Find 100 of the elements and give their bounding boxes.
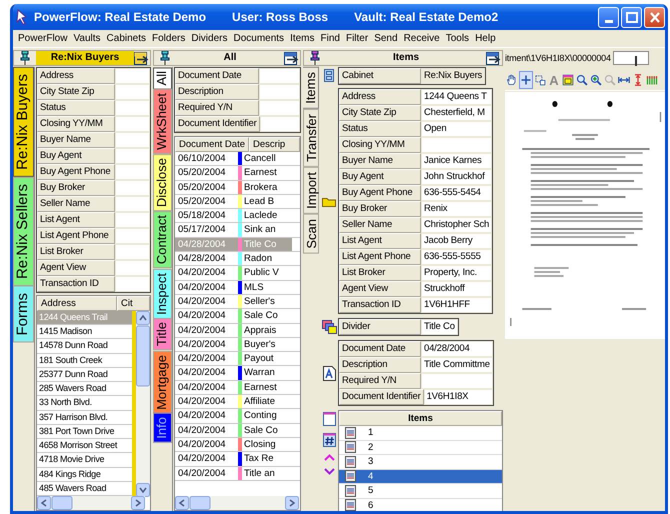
- value-field[interactable]: [115, 196, 150, 212]
- vertical-tab[interactable]: Re:Nix Sellers: [13, 176, 34, 286]
- value-field[interactable]: [259, 84, 300, 100]
- field-value: 1V6H1HFF: [421, 297, 492, 313]
- list-item[interactable]: 6: [339, 498, 502, 511]
- field-label: Buy Agent: [339, 169, 421, 185]
- value-field[interactable]: [115, 164, 150, 180]
- menu-item[interactable]: Help: [472, 33, 499, 44]
- column-header[interactable]: Cit: [117, 296, 150, 311]
- vertical-tab[interactable]: Inspect: [153, 268, 172, 318]
- field-value: 1244 Queens T: [421, 89, 492, 105]
- menu-item[interactable]: Find: [318, 33, 343, 44]
- vertical-tab[interactable]: Re:Nix Buyers: [13, 67, 34, 177]
- field-label: Closing YY/MM: [37, 116, 115, 132]
- menu-item[interactable]: PowerFlow: [15, 33, 70, 44]
- page-icon: [345, 499, 356, 511]
- value-field[interactable]: [260, 116, 300, 132]
- column-header[interactable]: Address: [37, 296, 117, 311]
- maximize-button[interactable]: [621, 6, 642, 28]
- vertical-tab[interactable]: Transfer: [303, 108, 319, 167]
- value-field[interactable]: [259, 100, 300, 116]
- menu-item[interactable]: Vaults: [70, 33, 104, 44]
- up-caret-icon[interactable]: [324, 454, 334, 461]
- field-label: City State Zip: [339, 105, 421, 121]
- menu-item[interactable]: Items: [287, 33, 318, 44]
- field-label: Required Y/N: [339, 373, 421, 389]
- value-field[interactable]: [115, 68, 150, 84]
- field-label: Buy Agent Phone: [339, 185, 421, 201]
- minimize-button[interactable]: [598, 6, 619, 28]
- folder-icon: [322, 196, 336, 206]
- value-field[interactable]: [115, 100, 150, 116]
- table-cell-text: 06/10/2004: [177, 152, 227, 166]
- list-item[interactable]: 1: [339, 426, 502, 440]
- slider-thumb[interactable]: [634, 56, 637, 66]
- value-field[interactable]: [115, 244, 150, 260]
- table-cell-text: Apprais: [243, 324, 278, 337]
- value-field[interactable]: [259, 68, 300, 84]
- column-header[interactable]: Descrip: [249, 137, 300, 152]
- vertical-tab[interactable]: Mortgage: [153, 350, 172, 414]
- value-field[interactable]: [115, 228, 150, 244]
- menu-item[interactable]: Receive: [400, 33, 443, 44]
- field-label: List Broker: [339, 265, 421, 281]
- vertical-tab[interactable]: All: [153, 67, 172, 90]
- menu-item[interactable]: Folders: [149, 33, 188, 44]
- field-label: Document Date: [339, 341, 421, 357]
- menu-item[interactable]: Cabinets: [104, 33, 149, 44]
- table-cell-text: Tax Re: [243, 452, 275, 466]
- value-field[interactable]: [115, 260, 150, 276]
- value-field[interactable]: [115, 276, 150, 292]
- field-label: Document Identifier: [175, 116, 260, 132]
- table-cell-text: Radon: [243, 252, 273, 266]
- crosshair-button[interactable]: [519, 71, 533, 89]
- column-header: Items: [339, 411, 502, 426]
- vertical-tab[interactable]: Title: [153, 318, 172, 351]
- pushpin-icon: [160, 51, 170, 65]
- vertical-tab[interactable]: Scan: [303, 214, 319, 254]
- value-field[interactable]: [115, 132, 150, 148]
- menu-item[interactable]: Send: [371, 33, 401, 44]
- table-cell-text: Seller's: [243, 294, 276, 308]
- table-cell-text: 04/20/2004: [177, 324, 227, 337]
- table-cell-text: Lead B: [243, 194, 276, 208]
- menu-item[interactable]: Filter: [342, 33, 372, 44]
- vertical-tab[interactable]: WrkSheet: [153, 89, 172, 154]
- list-item[interactable]: 4: [339, 470, 502, 484]
- value-field[interactable]: [115, 84, 150, 100]
- field-label: Agent View: [339, 281, 421, 297]
- zoom-slider[interactable]: [612, 51, 649, 65]
- value-field[interactable]: [115, 148, 150, 164]
- column-header[interactable]: Document Date: [175, 137, 250, 152]
- field-value: Renix: [421, 201, 492, 217]
- menu-item[interactable]: Tools: [442, 33, 472, 44]
- down-caret-icon[interactable]: [324, 468, 334, 475]
- menu-item[interactable]: Dividers: [188, 33, 230, 44]
- vertical-tab[interactable]: Items: [303, 67, 319, 109]
- cabinet-icon: [324, 69, 334, 82]
- menu-item[interactable]: Documents: [230, 33, 288, 44]
- value-field[interactable]: [115, 180, 150, 196]
- user-label: User: Ross Boss: [232, 10, 328, 24]
- vertical-tab[interactable]: Import: [303, 166, 319, 214]
- vertical-tab[interactable]: Info: [153, 413, 172, 444]
- field-label: City State Zip: [37, 84, 115, 100]
- field-value: Chesterfield, M: [421, 105, 492, 121]
- close-button[interactable]: [644, 6, 665, 28]
- panel-title: All: [222, 51, 238, 65]
- field-label: List Agent: [339, 233, 421, 249]
- list-item[interactable]: 2: [339, 440, 502, 455]
- vertical-tab[interactable]: Contract: [153, 211, 172, 269]
- vertical-tab[interactable]: Disclose: [153, 154, 172, 212]
- list-item[interactable]: 5: [339, 484, 502, 498]
- table-cell-text: MLS: [243, 280, 265, 294]
- value-field[interactable]: [115, 116, 150, 132]
- zoom-in-icon: [590, 74, 602, 86]
- window-icon: [562, 74, 574, 86]
- vertical-tab[interactable]: Forms: [13, 286, 34, 342]
- field-value: Open: [421, 121, 492, 137]
- table-cell-text: Sale Co: [243, 309, 279, 323]
- field-value: Christopher Sch: [421, 217, 492, 233]
- value-field[interactable]: [115, 212, 150, 228]
- table-cell-text: Closing: [243, 438, 277, 452]
- field-label: Seller Name: [37, 196, 115, 212]
